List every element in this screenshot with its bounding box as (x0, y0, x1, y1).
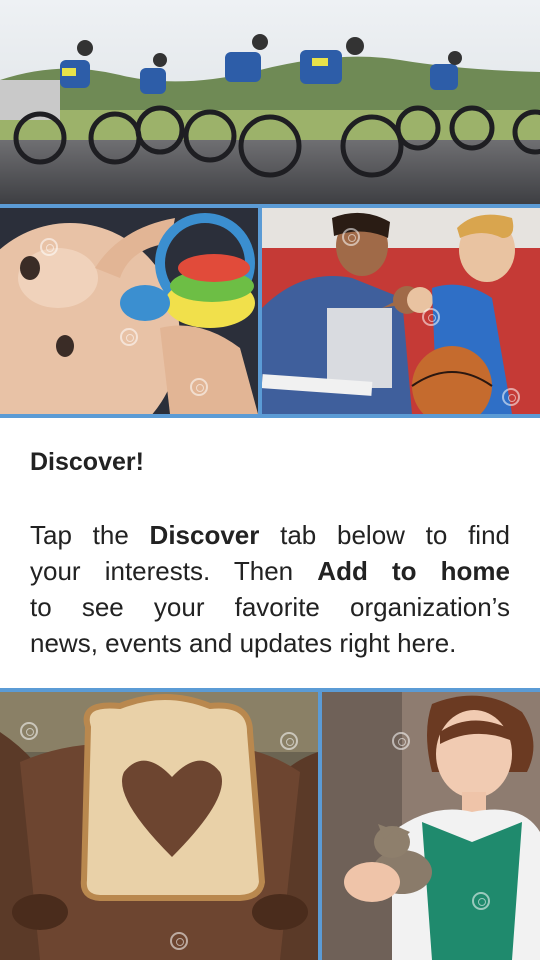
instructions-line-2: your interests. Then Add to home (30, 556, 511, 586)
instructions-line-1: Tap the Discover tab below to find (30, 520, 511, 550)
baby-photo (0, 208, 258, 414)
bread-hands-photo (0, 692, 318, 960)
discover-tab-highlight: Discover (149, 520, 260, 550)
fistbump-photo (262, 208, 540, 414)
discover-instructions: Tap the Discover tab below to find your … (30, 517, 510, 661)
woman-kitten-photo (322, 692, 540, 960)
add-to-home-highlight: Add to home (317, 556, 511, 586)
instructions-line-4: news, events and updates right here. (30, 628, 457, 658)
discover-heading: Discover! (30, 448, 144, 476)
cyclists-photo (0, 0, 540, 204)
instructions-line-3: to see your favorite organization’s (30, 592, 510, 622)
